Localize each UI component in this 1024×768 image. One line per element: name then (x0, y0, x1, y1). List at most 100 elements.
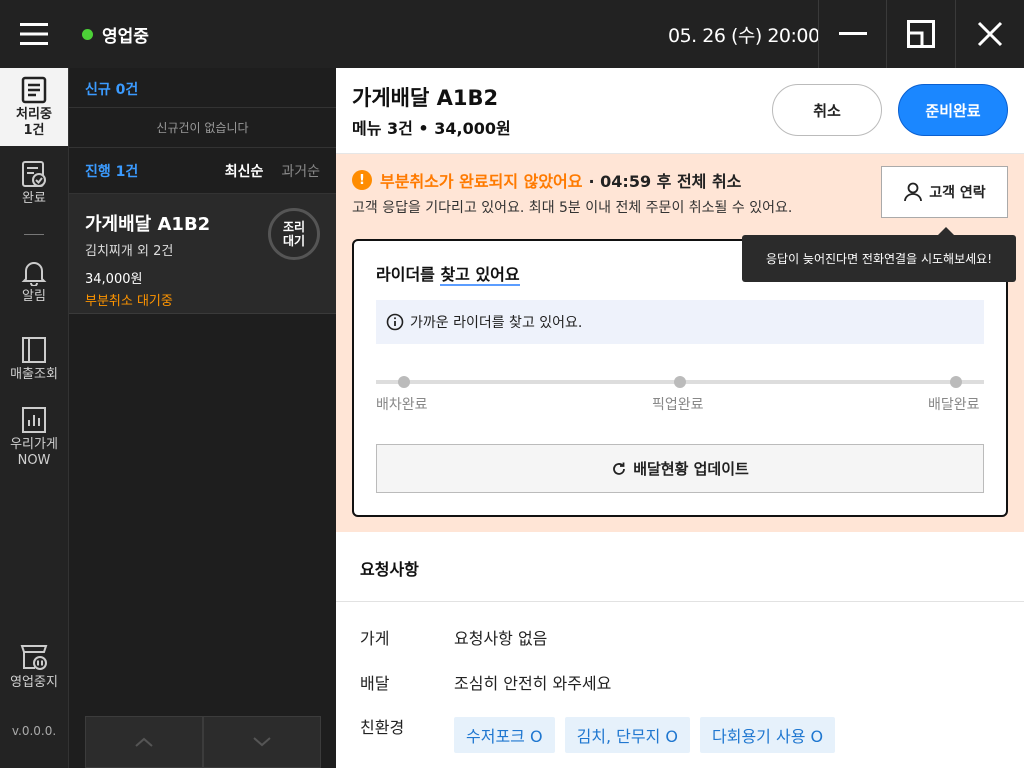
datetime: 05. 26 (수) 20:00 (668, 25, 820, 47)
cancel-button[interactable]: 취소 (772, 84, 882, 136)
alert-headline-text: 부분취소가 완료되지 않았어요 (380, 172, 583, 191)
window-mode-button[interactable] (886, 0, 954, 68)
eco-tags: 수저포크 O 김치, 단무지 O 다회용기 사용 O (454, 717, 836, 753)
nav-item-done[interactable]: 완료 (0, 160, 68, 210)
bell-icon (21, 262, 47, 286)
nav-label: 알림 (22, 289, 46, 304)
refresh-icon (613, 462, 626, 475)
sort-newest[interactable]: 최신순 (225, 161, 264, 181)
request-value: 요청사항 없음 (454, 629, 548, 648)
rider-title-prefix: 라이더를 (376, 265, 441, 284)
order-warning: 부분취소 대기중 (85, 294, 173, 309)
request-row-eco: 친환경 수저포크 O 김치, 단무지 O 다회용기 사용 O (360, 714, 836, 753)
app-version: v.0.0.0. (11, 724, 57, 738)
new-orders-empty: 신규건이 없습니다 (69, 108, 336, 148)
update-delivery-status-button[interactable]: 배달현황 업데이트 (376, 444, 984, 493)
step-label-pickup: 픽업완료 (652, 397, 704, 413)
badge-line-2: 대기 (282, 234, 306, 248)
nav-label: 우리가게 (10, 437, 58, 452)
request-label: 가게 (360, 629, 390, 648)
nav-label: 처리중 (16, 107, 52, 122)
detail-header: 가게배달 A1B2 메뉴 3건 • 34,000원 취소 준비완료 (336, 68, 1024, 154)
nav-label: 완료 (22, 191, 46, 206)
in-progress-count: 진행 1건 (85, 163, 139, 180)
request-value: 조심히 안전히 와주세요 (454, 674, 612, 693)
order-list-panel: 신규 0건 신규건이 없습니다 진행 1건 최신순 과거순 가게배달 A1B2 … (68, 68, 336, 768)
store-status: 영업중 (82, 22, 149, 47)
request-label: 친환경 (360, 718, 405, 737)
step-dot-assigned (398, 376, 410, 388)
warning-icon: ! (352, 170, 372, 190)
status-dot-icon (82, 29, 93, 40)
bar-chart-icon (22, 407, 46, 433)
cooking-status-badge: 조리 대기 (268, 208, 320, 260)
close-icon (977, 21, 1002, 47)
menu-button[interactable] (0, 0, 68, 68)
eco-tag: 김치, 단무지 O (564, 717, 691, 753)
chevron-down-icon (253, 737, 271, 747)
requests-header: 요청사항 (336, 532, 1024, 602)
order-card[interactable]: 가게배달 A1B2 김치찌개 외 2건 34,000원 부분취소 대기중 조리 대… (69, 194, 336, 314)
rider-title-underlined: 찾고 있어요 (440, 265, 520, 286)
sort-oldest[interactable]: 과거순 (281, 161, 320, 181)
nav-item-sales[interactable]: 매출조회 (0, 336, 68, 390)
eco-tag: 다회용기 사용 O (700, 717, 836, 753)
book-icon (22, 337, 46, 363)
nav-count: 1건 (23, 123, 45, 138)
nav-item-processing[interactable]: 처리중 1건 (0, 68, 68, 146)
scroll-up-button[interactable] (85, 716, 203, 768)
step-label-delivered: 배달완료 (928, 397, 980, 413)
step-label-assigned: 배차완료 (376, 397, 428, 413)
nav-item-alerts[interactable]: 알림 (0, 258, 68, 308)
list-scroll-controls (85, 716, 321, 768)
contact-label: 고객 연락 (929, 185, 986, 201)
rider-info-bar: 가까운 라이더를 찾고 있어요. (376, 300, 984, 344)
detail-title: 가게배달 A1B2 (352, 86, 499, 110)
eco-tag: 수저포크 O (454, 717, 555, 753)
hamburger-icon (20, 23, 48, 45)
nav-label-2: NOW (17, 453, 51, 468)
order-price: 34,000원 (85, 272, 143, 287)
nav-label: 매출조회 (10, 367, 58, 382)
info-icon (386, 313, 404, 331)
in-progress-header: 진행 1건 최신순 과거순 (69, 148, 336, 194)
document-icon (21, 76, 47, 104)
store-pause-icon (20, 645, 48, 670)
close-button[interactable] (955, 0, 1023, 68)
rider-status-title: 라이더를 찾고 있어요 (376, 261, 520, 286)
rider-info-text: 가까운 라이더를 찾고 있어요. (410, 315, 583, 331)
nav-item-store-now[interactable]: 우리가게 NOW (0, 406, 68, 476)
step-dot-delivered (950, 376, 962, 388)
ready-complete-button[interactable]: 준비완료 (898, 84, 1008, 136)
requests-title: 요청사항 (360, 560, 419, 579)
nav-label: 영업중지 (10, 675, 58, 690)
contact-tooltip: 응답이 늦어진다면 전화연결을 시도해보세요! (742, 227, 1016, 282)
store-status-label: 영업중 (102, 27, 149, 47)
minimize-icon (838, 32, 867, 35)
step-dot-pickup (674, 376, 686, 388)
order-detail: 가게배달 A1B2 메뉴 3건 • 34,000원 취소 준비완료 ! 부분취소… (336, 68, 1024, 768)
partial-cancel-alert: ! 부분취소가 완료되지 않았어요 · 04:59 후 전체 취소 고객 응답을… (336, 154, 1024, 532)
nav-divider (24, 234, 44, 235)
minimize-button[interactable] (818, 0, 886, 68)
check-document-icon (22, 161, 46, 187)
alert-body: 고객 응답을 기다리고 있어요. 최대 5분 이내 전체 주문이 취소될 수 있… (352, 200, 793, 216)
person-icon (904, 182, 923, 202)
top-bar: 영업중 05. 26 (수) 20:00 (0, 0, 1024, 68)
chevron-up-icon (135, 737, 153, 747)
detail-subtitle: 메뉴 3건 • 34,000원 (352, 119, 511, 138)
side-nav: 처리중 1건 완료 알림 매출조회 우리가게 NOW 영업중지 v.0.0.0. (0, 68, 68, 768)
request-row-delivery: 배달 조심히 안전히 와주세요 (360, 670, 611, 694)
sort-toggle: 최신순 과거순 (225, 161, 320, 181)
window-icon (906, 20, 935, 48)
scroll-down-button[interactable] (203, 716, 321, 768)
delivery-progress-track (376, 376, 984, 388)
request-label: 배달 (360, 674, 390, 693)
alert-headline: ! 부분취소가 완료되지 않았어요 · 04:59 후 전체 취소 (352, 168, 741, 192)
contact-customer-button[interactable]: 고객 연락 (881, 166, 1008, 218)
request-row-store: 가게 요청사항 없음 (360, 625, 547, 649)
nav-item-pause-business[interactable]: 영업중지 (0, 642, 68, 698)
alert-countdown: · 04:59 후 전체 취소 (588, 172, 742, 191)
update-label: 배달현황 업데이트 (633, 460, 749, 478)
new-orders-header: 신규 0건 (69, 68, 336, 108)
